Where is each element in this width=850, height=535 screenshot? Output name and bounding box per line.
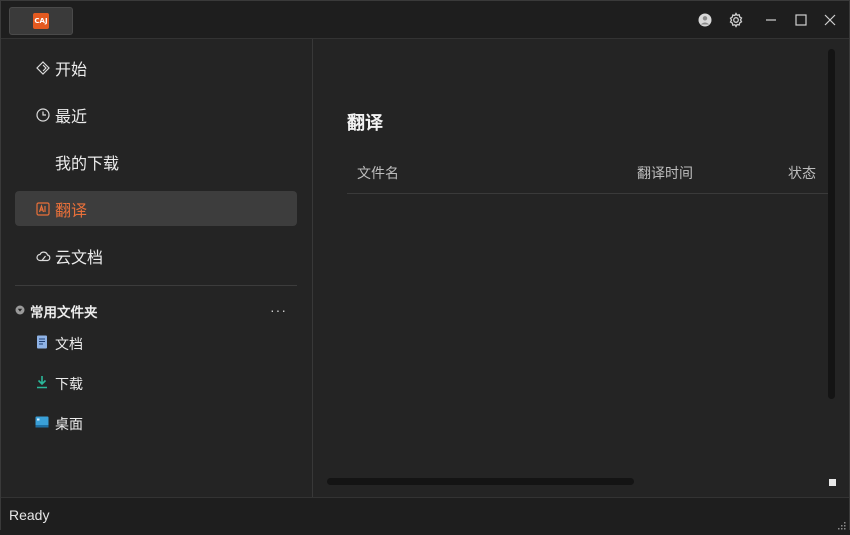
more-options-icon[interactable]: ···: [270, 302, 287, 318]
sidebar: 开始 最近 我的下载 翻译 云文档 常用文件夹 ··· 文档 下载 桌面: [1, 39, 312, 497]
download-icon: [35, 375, 49, 394]
resize-grip-icon[interactable]: [836, 517, 846, 530]
close-icon[interactable]: [820, 10, 840, 30]
folder-item-label: 文档: [55, 336, 83, 352]
page-title: 翻译: [347, 113, 383, 133]
folder-item-label: 下载: [55, 376, 83, 392]
collapse-triangle-icon[interactable]: [15, 302, 25, 320]
app-tab[interactable]: CAJ: [9, 7, 73, 35]
minimize-icon[interactable]: [761, 10, 781, 30]
title-bar: CAJ: [1, 1, 849, 39]
horizontal-scrollbar[interactable]: [327, 478, 634, 485]
folder-item-desktop[interactable]: 桌面: [35, 414, 83, 434]
sidebar-item-downloads[interactable]: 我的下载: [15, 144, 297, 179]
maximize-icon[interactable]: [791, 10, 811, 30]
user-avatar-icon[interactable]: [695, 10, 715, 30]
vertical-scrollbar[interactable]: [828, 49, 835, 399]
status-text: Ready: [9, 507, 50, 523]
blank-icon: [35, 154, 51, 170]
folder-item-documents[interactable]: 文档: [35, 334, 83, 354]
sidebar-divider: [15, 285, 297, 286]
home-diamond-icon: [35, 60, 51, 76]
translate-icon: [35, 201, 51, 217]
table-header-divider: [347, 193, 830, 194]
sidebar-item-label: 翻译: [55, 202, 88, 220]
sidebar-item-cloud[interactable]: 云文档: [15, 238, 297, 273]
sidebar-item-start[interactable]: 开始: [15, 50, 297, 85]
scroll-corner: [829, 479, 836, 486]
sidebar-item-label: 云文档: [55, 249, 104, 267]
sidebar-item-label: 最近: [55, 108, 88, 126]
folder-item-downloads[interactable]: 下载: [35, 374, 83, 394]
cloud-icon: [35, 248, 51, 264]
status-bar: Ready: [1, 497, 849, 530]
document-icon: [35, 335, 49, 354]
desktop-icon: [35, 415, 49, 434]
common-folders-header[interactable]: 常用文件夹 ···: [15, 301, 297, 321]
clock-icon: [35, 107, 51, 123]
sidebar-item-translate[interactable]: 翻译: [15, 191, 297, 226]
settings-gear-icon[interactable]: [726, 10, 746, 30]
main-pane: 翻译 文件名 翻译时间 状态: [313, 39, 849, 497]
sidebar-item-label: 我的下载: [55, 155, 120, 173]
column-header-status[interactable]: 状态: [788, 163, 816, 183]
column-header-translate-time[interactable]: 翻译时间: [637, 163, 693, 183]
folder-item-label: 桌面: [55, 416, 83, 432]
app-logo: CAJ: [33, 13, 49, 29]
app-window: CAJ 开始 最近 我的下载 翻译 云文档 常用文件夹 ··· 文档 下载 桌面…: [0, 0, 850, 530]
sidebar-item-recent[interactable]: 最近: [15, 97, 297, 132]
column-header-filename[interactable]: 文件名: [357, 163, 399, 183]
sidebar-item-label: 开始: [55, 61, 88, 79]
section-title: 常用文件夹: [30, 305, 98, 320]
